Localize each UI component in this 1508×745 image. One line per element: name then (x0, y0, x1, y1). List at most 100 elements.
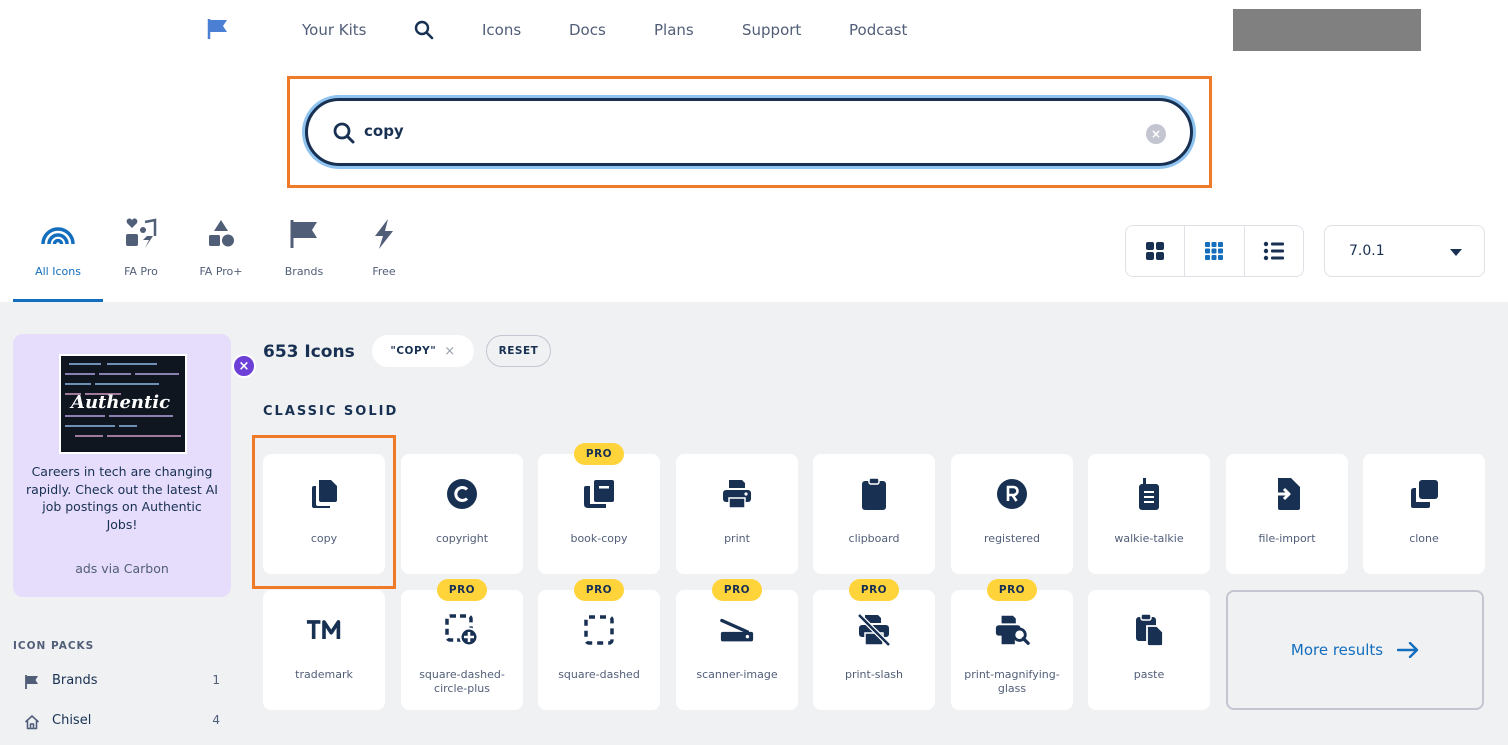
print-slash-icon (856, 612, 892, 648)
icon-card-label: print (724, 532, 750, 545)
pro-badge: PRO (987, 579, 1037, 601)
icon-card-label: square-dashed (558, 668, 640, 681)
scanner-image-icon (719, 612, 755, 648)
icon-card-label: book-copy (570, 532, 628, 545)
view-mode-toggle (1125, 225, 1304, 277)
nav-support[interactable]: Support (742, 21, 801, 39)
nav-docs[interactable]: Docs (569, 21, 606, 39)
paste-icon (1131, 612, 1167, 648)
icon-card-print-magnifying-glass[interactable]: PRO print-magnifying-glass (951, 579, 1073, 710)
remove-filter-icon[interactable]: × (444, 344, 455, 359)
carbon-ad[interactable]: Authentic Careers in tech are changing r… (13, 334, 256, 597)
icon-card-copyright[interactable]: copyright (401, 454, 523, 574)
nav-icons[interactable]: Icons (482, 21, 521, 39)
pack-count: 4 (212, 713, 220, 727)
icons-icon (126, 218, 157, 248)
reset-button[interactable]: RESET (486, 335, 551, 367)
icon-search-box[interactable]: × (305, 98, 1193, 166)
pack-item-chisel[interactable]: Chisel 4 (24, 712, 220, 734)
icon-card-label: scanner-image (696, 668, 778, 681)
icon-card-scanner-image[interactable]: PRO scanner-image (676, 579, 798, 710)
square-dashed-icon (581, 612, 617, 648)
clipboard-icon (856, 476, 892, 512)
pro-badge: PRO (849, 579, 899, 601)
arrow-right-icon (1397, 642, 1419, 658)
grid-small-icon (1205, 242, 1224, 260)
filter-chip-copy[interactable]: "COPY" × (372, 335, 474, 367)
icon-card-file-import[interactable]: file-import (1226, 454, 1348, 574)
font-awesome-flag-logo-icon[interactable] (206, 18, 230, 40)
view-small-grid-button[interactable] (1185, 226, 1245, 276)
account-area-redacted[interactable] (1233, 9, 1421, 51)
list-icon (1263, 241, 1284, 261)
flag-icon (25, 675, 38, 689)
tab-fa-pro-plus[interactable]: FA Pro+ (176, 210, 266, 302)
ad-image[interactable]: Authentic (59, 354, 187, 454)
caret-down-icon (1450, 249, 1462, 256)
icon-card-square-dashed[interactable]: PRO square-dashed (538, 579, 660, 710)
icon-card-walkie-talkie[interactable]: walkie-talkie (1088, 454, 1210, 574)
pro-badge: PRO (574, 443, 624, 465)
icon-card-print-slash[interactable]: PRO print-slash (813, 579, 935, 710)
ad-brand-logo: Authentic (71, 392, 171, 413)
ad-via-carbon[interactable]: ads via Carbon (13, 561, 231, 576)
icon-card-clone[interactable]: clone (1363, 454, 1485, 574)
icon-card-clipboard[interactable]: clipboard (813, 454, 935, 574)
version-select[interactable]: 7.0.1 (1324, 225, 1485, 277)
version-label: 7.0.1 (1349, 243, 1385, 259)
tab-all-icons[interactable]: All Icons (13, 210, 103, 302)
tab-label: Brands (284, 265, 324, 278)
tab-free[interactable]: Free (339, 210, 429, 302)
nav-your-kits[interactable]: Your Kits (302, 21, 367, 39)
more-results-button[interactable]: More results (1226, 590, 1484, 710)
tab-label: FA Pro+ (199, 265, 243, 278)
pack-item-brands[interactable]: Brands 1 (24, 672, 220, 694)
icon-card-paste[interactable]: paste (1088, 590, 1210, 710)
icon-card-label: registered (984, 532, 1040, 545)
pack-count: 1 (212, 673, 220, 687)
tab-brands[interactable]: Brands (259, 210, 349, 302)
nav-podcast[interactable]: Podcast (849, 21, 907, 39)
results-area: Authentic Careers in tech are changing r… (0, 302, 1508, 745)
walkie-talkie-icon (1131, 476, 1167, 512)
nav-search-icon[interactable] (414, 20, 434, 40)
icon-card-label: print-slash (844, 668, 904, 681)
search-input[interactable] (364, 122, 1064, 140)
icon-packs-title: ICON PACKS (13, 640, 95, 652)
copyright-icon (444, 476, 480, 512)
book-copy-icon (581, 476, 617, 512)
pro-badge: PRO (574, 579, 624, 601)
icon-card-label: square-dashed-circle-plus (419, 668, 505, 695)
icon-card-label: walkie-talkie (1114, 532, 1184, 545)
icon-card-print[interactable]: print (676, 454, 798, 574)
tab-label: All Icons (35, 265, 81, 278)
close-ad-icon[interactable]: × (232, 354, 256, 378)
icon-card-label: file-import (1258, 532, 1316, 545)
view-large-grid-button[interactable] (1126, 226, 1186, 276)
icon-card-book-copy[interactable]: PRO book-copy (538, 443, 660, 574)
icon-card-registered[interactable]: registered (951, 454, 1073, 574)
clear-search-icon[interactable]: × (1146, 124, 1166, 144)
icon-card-trademark[interactable]: trademark (263, 590, 385, 710)
icon-card-square-dashed-circle-plus[interactable]: PRO square-dashed-circle-plus (401, 579, 523, 710)
search-icon (333, 122, 355, 144)
clone-icon (1406, 476, 1442, 512)
icon-card-label: clipboard (848, 532, 900, 545)
nav-plans[interactable]: Plans (654, 21, 694, 39)
icon-card-label: trademark (295, 668, 353, 681)
grid-large-icon (1146, 242, 1165, 260)
bolt-icon (375, 219, 393, 249)
flag-icon (290, 220, 317, 248)
ad-text[interactable]: Careers in tech are changing rapidly. Ch… (25, 463, 219, 533)
top-nav: Your Kits Icons Docs Plans Support Podca… (0, 0, 1508, 62)
tab-fa-pro[interactable]: FA Pro (96, 210, 186, 302)
filter-chip-label: "COPY" (390, 345, 437, 357)
print-icon (719, 476, 755, 512)
section-title-classic-solid: CLASSIC SOLID (263, 404, 399, 419)
file-import-icon (1269, 476, 1305, 512)
more-results-label: More results (1290, 641, 1384, 659)
tab-label: FA Pro (124, 265, 158, 278)
icon-card-label: print-magnifying-glass (964, 668, 1060, 695)
view-list-button[interactable] (1245, 226, 1303, 276)
copy-card-highlight-frame (252, 435, 396, 589)
